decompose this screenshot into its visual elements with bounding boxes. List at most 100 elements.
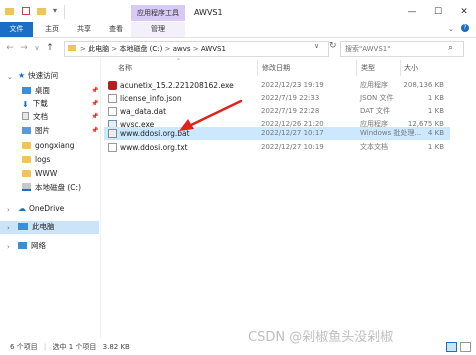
folder-icon (22, 170, 31, 177)
back-icon[interactable]: ← (4, 42, 16, 54)
quick-access-dropdown-icon[interactable]: ▾ (53, 6, 57, 15)
tab-file[interactable]: 文件 (0, 22, 33, 37)
dat-file-icon (108, 107, 117, 116)
json-file-icon (108, 94, 117, 103)
breadcrumb-this-pc[interactable]: 此电脑 (88, 45, 109, 53)
desktop-icon (22, 87, 31, 94)
large-icons-view-icon[interactable] (460, 342, 471, 352)
file-size: 1 KB (427, 94, 444, 102)
search-icon[interactable]: ⌕ (448, 43, 453, 53)
folder-icon (22, 142, 31, 149)
refresh-icon[interactable]: ↻ (329, 41, 337, 51)
properties-icon[interactable] (22, 7, 30, 15)
file-name: acunetix_15.2.221208162.exe (120, 81, 234, 90)
status-item-count: 6 个项目 (10, 343, 38, 351)
maximize-button[interactable]: ☐ (426, 4, 450, 20)
folder-icon (5, 8, 14, 15)
breadcrumb-awvs[interactable]: awvs (173, 45, 191, 53)
new-folder-icon[interactable] (37, 8, 46, 15)
breadcrumb-drive-c[interactable]: 本地磁盘 (C:) (119, 45, 162, 53)
expand-network-icon[interactable]: › (7, 243, 10, 251)
column-header-name[interactable]: 名称 (118, 63, 132, 73)
search-input[interactable]: 搜索"AWVS1" (340, 41, 464, 57)
pane-divider[interactable] (100, 58, 101, 338)
file-date: 2022/12/27 10:19 (261, 143, 324, 151)
nav-quick-access[interactable]: ★ 快速访问 (18, 70, 58, 82)
file-row[interactable]: license_info.json 2022/7/19 22:33 JSON 文… (104, 92, 450, 105)
file-date: 2022/7/19 22:28 (261, 107, 320, 115)
cloud-icon: ☁ (18, 204, 26, 213)
file-type: DAT 文件 (360, 107, 391, 115)
folder-icon (68, 45, 76, 51)
window-title: AWVS1 (194, 8, 223, 17)
file-size: 4 KB (427, 129, 444, 137)
tab-manage[interactable]: 管理 (131, 22, 185, 37)
column-header-size[interactable]: 大小 (404, 63, 418, 73)
file-type: JSON 文件 (360, 94, 394, 102)
column-header-date[interactable]: 修改日期 (262, 63, 290, 73)
up-icon[interactable]: ↑ (44, 42, 56, 54)
nav-network[interactable]: 网络 (18, 240, 46, 252)
arrow-shaft (187, 99, 243, 128)
nav-item-desktop[interactable]: 桌面 📌 (22, 85, 98, 97)
file-date: 2022/12/27 10:17 (261, 129, 324, 137)
file-row-selected[interactable]: www.ddosi.org.bat 2022/12/27 10:17 Windo… (104, 127, 450, 140)
expand-onedrive-icon[interactable]: › (7, 206, 10, 214)
file-row[interactable]: acunetix_15.2.221208162.exe 2022/12/23 1… (104, 79, 450, 92)
column-header-type[interactable]: 类型 (361, 63, 375, 73)
status-size: 3.82 KB (102, 343, 130, 351)
expand-this-pc-icon[interactable]: › (7, 224, 10, 232)
nav-item-documents[interactable]: 文档 📌 (22, 111, 98, 123)
nav-item-www[interactable]: WWW (22, 168, 57, 180)
download-icon: ⬇ (22, 100, 29, 109)
file-name: www.ddosi.org.txt (120, 143, 188, 152)
column-divider[interactable] (400, 60, 401, 76)
ribbon-expand-icon[interactable]: ⌄ (448, 25, 454, 33)
drive-icon (22, 183, 31, 191)
help-icon[interactable]: ? (461, 24, 469, 32)
status-selected: 选中 1 个项目 (52, 343, 97, 351)
minimize-button[interactable]: — (400, 4, 424, 20)
forward-icon[interactable]: → (18, 42, 30, 54)
details-view-icon[interactable] (446, 342, 457, 352)
file-date: 2022/7/19 22:33 (261, 94, 320, 102)
nav-item-local-disk[interactable]: 本地磁盘 (C:) (22, 182, 81, 194)
nav-item-gongxiang[interactable]: gongxiang (22, 140, 75, 152)
network-icon (18, 242, 27, 249)
pictures-icon (22, 127, 31, 134)
status-bar: 6 个项目 | 选中 1 个项目 3.82 KB (10, 343, 130, 351)
documents-icon (22, 112, 29, 120)
column-divider[interactable] (257, 60, 258, 76)
file-name: license_info.json (120, 94, 182, 103)
file-row[interactable]: wa_data.dat 2022/7/19 22:28 DAT 文件 1 KB (104, 105, 450, 118)
nav-item-pictures[interactable]: 图片 📌 (22, 125, 98, 137)
sort-indicator-icon: ⌃ (176, 58, 182, 65)
pin-icon: 📌 (91, 100, 99, 107)
tab-share[interactable]: 共享 (70, 22, 98, 37)
file-type: 应用程序 (360, 81, 388, 89)
watermark: CSDN @剁椒鱼头没剁椒 (248, 330, 394, 345)
file-size: 1 KB (427, 143, 444, 151)
breadcrumb-awvs1[interactable]: AWVS1 (201, 45, 226, 53)
file-type: Windows 批处理... (360, 129, 422, 137)
computer-icon (18, 223, 28, 230)
tab-home[interactable]: 主页 (38, 22, 66, 37)
nav-onedrive[interactable]: ☁ OneDrive (18, 203, 64, 215)
breadcrumb: > 此电脑 > 本地磁盘 (C:) > awvs > AWVS1 (80, 45, 226, 53)
close-button[interactable]: ✕ (452, 4, 476, 20)
nav-this-pc[interactable]: 此电脑 (18, 221, 55, 233)
pin-icon: 📌 (91, 127, 99, 134)
bat-file-icon (108, 129, 117, 138)
annotation-arrow (179, 99, 243, 131)
address-dropdown-icon[interactable]: ∨ (314, 42, 319, 50)
tab-view[interactable]: 查看 (102, 22, 130, 37)
nav-item-downloads[interactable]: ⬇ 下载 📌 (22, 98, 98, 110)
collapse-quick-access-icon[interactable]: ⌄ (7, 73, 13, 81)
nav-item-logs[interactable]: logs (22, 154, 50, 166)
star-icon: ★ (18, 71, 26, 80)
recent-locations-icon[interactable]: ∨ (31, 42, 43, 54)
file-date: 2022/12/23 19:19 (261, 81, 324, 89)
file-row[interactable]: www.ddosi.org.txt 2022/12/27 10:19 文本文档 … (104, 141, 450, 154)
column-divider[interactable] (356, 60, 357, 76)
pin-icon: 📌 (91, 87, 99, 94)
